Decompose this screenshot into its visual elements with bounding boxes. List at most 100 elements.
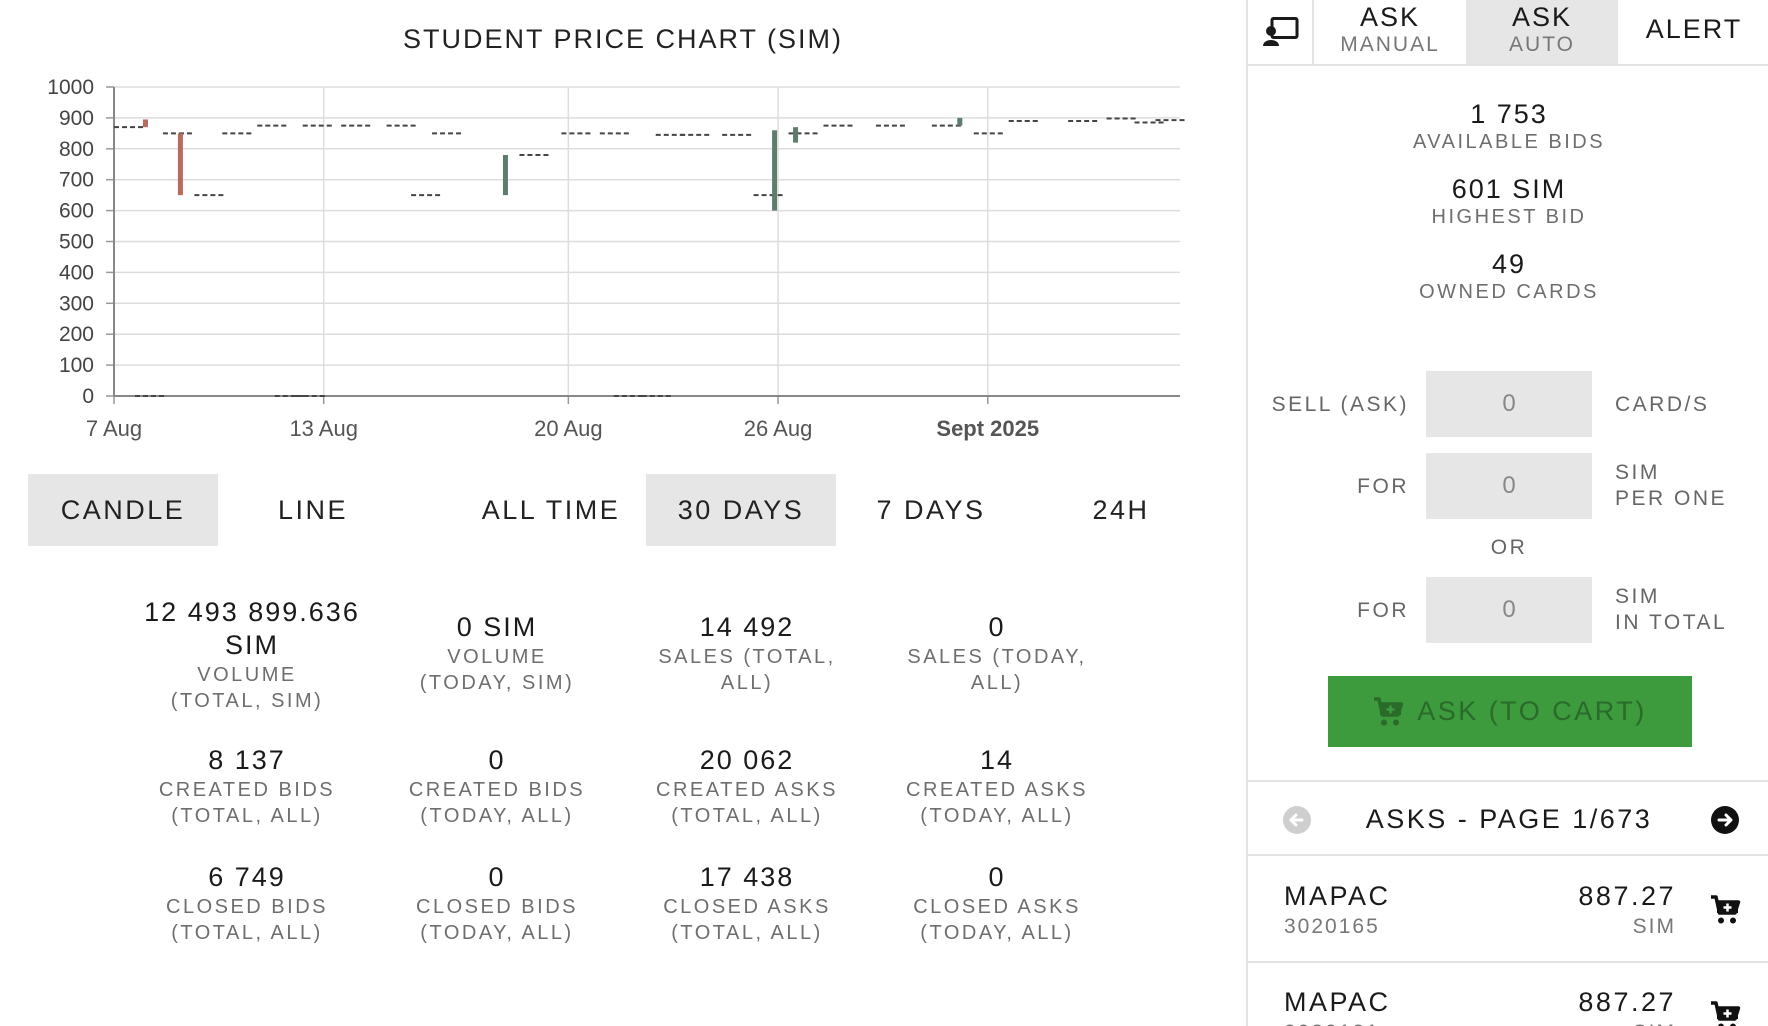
- asks-page-title: ASKS - PAGE 1/673: [1365, 804, 1653, 834]
- stat-label: CLOSED ASKS (TOTAL, ALL): [663, 896, 831, 944]
- available-bids-label: AVAILABLE BIDS: [1412, 131, 1606, 153]
- stat-value: 20 062: [699, 745, 795, 775]
- stat-item: 14 CREATED ASKS (TODAY, ALL): [872, 744, 1122, 829]
- stat-label: VOLUME (TODAY, SIM): [419, 646, 575, 694]
- x-tick-label: 7 Aug: [86, 416, 142, 441]
- tab-account-switch[interactable]: [1248, 0, 1314, 64]
- y-tick-label: 0: [82, 385, 94, 408]
- price-per-one-input[interactable]: [1426, 453, 1592, 519]
- per-one-unit-line2: PER ONE: [1615, 487, 1728, 510]
- candle-up: [793, 127, 799, 143]
- y-tick-label: 200: [59, 323, 94, 346]
- ask-currency: SIM: [1633, 1021, 1676, 1026]
- ask-card-name: MAPAC: [1284, 987, 1391, 1017]
- ask-price: 887.27: [1578, 881, 1676, 911]
- total-unit-line2: IN TOTAL: [1615, 611, 1728, 634]
- y-tick-label: 600: [59, 200, 94, 223]
- stat-label: CLOSED BIDS (TODAY, ALL): [416, 896, 578, 944]
- range-24h-button[interactable]: 24H: [1026, 474, 1216, 546]
- ask-row[interactable]: MAPAC 3020181 887.27 SIM: [1248, 963, 1768, 1026]
- stat-value: 0 SIM: [456, 612, 538, 642]
- range-30-days-button[interactable]: 30 DAYS: [646, 474, 836, 546]
- owned-cards-label: OWNED CARDS: [1419, 281, 1599, 303]
- tab-ask-auto-line2: AUTO: [1509, 33, 1575, 56]
- x-tick-label: 20 Aug: [534, 416, 603, 441]
- sell-quantity-input[interactable]: [1426, 371, 1592, 437]
- stat-value: 6 749: [208, 862, 286, 892]
- y-tick-label: 1000: [47, 76, 94, 99]
- stat-item: 17 438 CLOSED ASKS (TOTAL, ALL): [622, 861, 872, 946]
- stat-item: 8 137 CREATED BIDS (TOTAL, ALL): [122, 744, 372, 829]
- line-button[interactable]: LINE: [218, 474, 408, 546]
- cart-plus-icon[interactable]: [1710, 1001, 1742, 1026]
- cart-plus-icon[interactable]: [1710, 895, 1742, 925]
- tab-ask-manual[interactable]: ASK MANUAL: [1314, 0, 1466, 64]
- ask-card-id: 3020181: [1284, 1021, 1380, 1026]
- x-tick-label: Sept 2025: [936, 416, 1039, 441]
- stat-label: CREATED ASKS (TOTAL, ALL): [656, 779, 838, 827]
- ask-price: 887.27: [1578, 987, 1676, 1017]
- owned-cards-value: 49: [1491, 249, 1527, 279]
- ask-row[interactable]: MAPAC 3020165 887.27 SIM: [1248, 857, 1768, 963]
- cart-plus-icon: [1374, 696, 1404, 725]
- stat-item: 0 SALES (TODAY, ALL): [872, 611, 1122, 696]
- candle-up: [502, 154, 508, 196]
- chart-panel: STUDENT PRICE CHART (SIM) 0 100 200 300 400 5…: [0, 0, 1246, 1026]
- available-bids: 1 753 AVAILABLE BIDS: [1248, 98, 1768, 154]
- price-total-input[interactable]: [1426, 577, 1592, 643]
- highest-bid-label: HIGHEST BID: [1431, 206, 1587, 228]
- stat-value: 0: [988, 612, 1006, 642]
- x-tick-label: 26 Aug: [744, 416, 813, 441]
- ask-card-name: MAPAC: [1284, 881, 1391, 911]
- total-unit-line1: SIM: [1615, 585, 1660, 608]
- total-unit: SIM IN TOTAL: [1615, 584, 1727, 636]
- stat-value: 17 438: [699, 862, 795, 892]
- tab-alert[interactable]: ALERT: [1618, 0, 1768, 64]
- stat-item: 0 SIM VOLUME (TODAY, SIM): [372, 611, 622, 696]
- stat-value: 12 493 899.636 SIM: [144, 597, 360, 660]
- y-tick-label: 300: [59, 292, 94, 315]
- y-tick-label: 100: [59, 354, 94, 377]
- tab-ask-auto[interactable]: ASK AUTO: [1466, 0, 1618, 64]
- next-page-icon[interactable]: [1710, 805, 1740, 835]
- stat-item: 6 749 CLOSED BIDS (TOTAL, ALL): [122, 861, 372, 946]
- candle-up: [957, 117, 963, 126]
- tab-ask-manual-line2: MANUAL: [1340, 33, 1440, 56]
- price-chart: 0 100 200 300 400 500 600 700 800 900 1000 7 Aug 13 …: [47, 76, 1186, 441]
- sell-label: SELL (ASK): [1271, 393, 1409, 416]
- stat-label: CREATED ASKS (TODAY, ALL): [906, 779, 1088, 827]
- candle-down: [177, 133, 183, 196]
- stat-label: SALES (TODAY, ALL): [907, 646, 1087, 694]
- y-tick-label: 400: [59, 261, 94, 284]
- range-all-time-button[interactable]: ALL TIME: [456, 474, 646, 546]
- stat-value: 14 492: [699, 612, 795, 642]
- y-tick-label: 800: [59, 138, 94, 161]
- ask-card-id: 3020165: [1284, 915, 1380, 938]
- stat-label: CLOSED BIDS (TOTAL, ALL): [166, 896, 328, 944]
- for-label-total: FOR: [1357, 599, 1409, 622]
- account-switch-icon: [1263, 17, 1299, 46]
- stat-item: 14 492 SALES (TOTAL, ALL): [622, 611, 872, 696]
- ask-to-cart-label: ASK (TO CART): [1417, 696, 1647, 726]
- stat-item: 0 CLOSED BIDS (TODAY, ALL): [372, 861, 622, 946]
- stat-label: SALES (TOTAL, ALL): [658, 646, 836, 694]
- y-tick-label: 500: [59, 231, 94, 254]
- chart-title: STUDENT PRICE CHART (SIM): [402, 24, 844, 54]
- ask-to-cart-button[interactable]: ASK (TO CART): [1328, 676, 1692, 747]
- stat-item: 12 493 899.636 SIM VOLUME (TOTAL, SIM): [122, 596, 372, 714]
- tab-alert-label: ALERT: [1645, 14, 1743, 44]
- range-7-days-button[interactable]: 7 DAYS: [836, 474, 1026, 546]
- sell-unit: CARD/S: [1615, 393, 1710, 416]
- stat-label: CREATED BIDS (TODAY, ALL): [408, 779, 586, 827]
- stat-value: 0: [988, 862, 1006, 892]
- per-one-unit: SIM PER ONE: [1615, 460, 1727, 512]
- highest-bid-value: 601 SIM: [1451, 174, 1567, 204]
- stat-value: 8 137: [208, 745, 286, 775]
- ask-panel: ASK MANUAL ASK AUTO ALERT 1 753 AVAILABL…: [1246, 0, 1768, 1026]
- candle-button[interactable]: CANDLE: [28, 474, 218, 546]
- tab-ask-manual-line1: ASK: [1359, 2, 1421, 32]
- tab-bar: ASK MANUAL ASK AUTO ALERT: [1248, 0, 1768, 66]
- stat-value: 14: [979, 745, 1015, 775]
- x-tick-label: 13 Aug: [289, 416, 358, 441]
- y-tick-label: 900: [59, 107, 94, 130]
